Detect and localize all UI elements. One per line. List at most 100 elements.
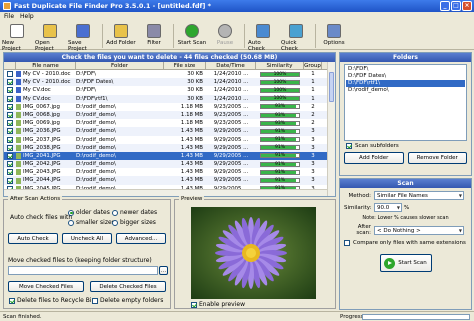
row-checkbox[interactable] — [7, 71, 13, 78]
size-cell: 30 KB — [187, 71, 203, 77]
files-vertical-scrollbar[interactable] — [327, 62, 335, 196]
radio-smaller-sizes[interactable] — [68, 219, 74, 226]
table-row[interactable]: IMG_2043.JPG D:\rodif_demo\ 1.43 MB 9/29/20… — [4, 168, 335, 176]
file-name-cell: IMG_2037.JPG — [16, 136, 76, 144]
quick-check-button[interactable]: Quick Check — [281, 22, 311, 52]
table-row[interactable]: My CV - 2010.doc D:\FDF\ 30 KB 1/24/2010 ..… — [4, 70, 335, 78]
table-row[interactable]: IMG_2044.JPG D:\rodif_demo\ 1.43 MB 9/29/20… — [4, 176, 335, 185]
menu-help[interactable]: Help — [20, 12, 34, 22]
date-cell: 9/29/2005 ... — [213, 177, 249, 184]
similarity-spinner[interactable]: 90.0 — [374, 203, 402, 212]
row-checkbox[interactable] — [7, 112, 13, 119]
start-scan-button[interactable]: Start Scan — [177, 22, 207, 46]
uncheck-all-button[interactable]: Uncheck All — [62, 233, 112, 244]
radio-older-dates[interactable] — [68, 209, 74, 216]
col-date-time[interactable]: Date/Time — [206, 62, 256, 69]
table-row[interactable]: IMG_2037.JPG D:\rodif_demo\ 1.43 MB 9/29/20… — [4, 136, 335, 144]
row-checkbox[interactable] — [7, 177, 13, 184]
table-row[interactable]: My CV - 2010.doc D:\FDF Dates\ 30 KB 1/24/2… — [4, 78, 335, 87]
row-checkbox[interactable] — [7, 95, 13, 102]
jpg-file-icon — [16, 161, 21, 168]
similarity-text: 91% — [274, 153, 285, 159]
folders-list[interactable]: D:\FDF\ D:\FDF Dates\ D:\FDF\rtf1\ D:\rodif… — [344, 64, 467, 141]
group-cell: 1 — [311, 71, 315, 77]
files-horizontal-scrollbar[interactable] — [4, 189, 327, 196]
col-similarity[interactable]: Similarity — [256, 62, 304, 69]
new-project-button[interactable]: New Project — [2, 22, 32, 52]
row-checkbox[interactable] — [7, 169, 13, 176]
radio-bigger-sizes[interactable] — [112, 219, 118, 226]
open-project-button[interactable]: Open Project — [35, 22, 65, 52]
filter-button[interactable]: Filter — [139, 22, 169, 46]
col-group[interactable]: Group — [304, 62, 322, 69]
table-row[interactable]: IMG_2038.JPG D:\rodif_demo\ 1.43 MB 9/29/20… — [4, 143, 335, 152]
col-folder[interactable]: Folder — [76, 62, 164, 69]
maximize-button[interactable]: □ — [451, 1, 461, 11]
move-checked-files-button[interactable]: Move Checked Files — [8, 281, 84, 292]
file-name-cell: My CV - 2010.doc — [16, 78, 76, 86]
file-name-cell: IMG_0067.jpg — [16, 103, 76, 111]
close-button[interactable]: × — [462, 1, 472, 11]
empty-folders-checkbox[interactable] — [92, 297, 98, 304]
size-cell: 1.43 MB — [180, 177, 203, 184]
date-cell: 1/24/2010 ... — [213, 71, 249, 77]
file-name: IMG_2042.JPG — [23, 161, 61, 168]
table-row[interactable]: My CV.doc D:\FDF\ 30 KB 1/24/2010 ... 100% 1 — [4, 86, 335, 94]
toolbar-label: Open Project — [35, 40, 54, 52]
table-row[interactable]: IMG_0069.jpg D:\rodif_demo\ 1.18 MB 9/23/20… — [4, 119, 335, 127]
table-row[interactable]: IMG_0068.jpg D:\rodif_demo\ 1.18 MB 9/23/20… — [4, 110, 335, 120]
row-checkbox[interactable] — [7, 87, 13, 94]
file-name: My CV.doc — [23, 95, 51, 102]
row-checkbox[interactable] — [7, 128, 13, 135]
folder-list-item[interactable]: D:\FDF Dates\ — [346, 73, 465, 80]
row-checkbox[interactable] — [7, 144, 13, 151]
save-project-button[interactable]: Save Project — [68, 22, 98, 52]
bigger-sizes-label: bigger sizes — [120, 219, 156, 226]
after-scan-select[interactable]: < Do Nothing > — [374, 225, 464, 235]
delete-checked-files-button[interactable]: Delete Checked Files — [90, 281, 166, 292]
row-checkbox[interactable] — [7, 161, 13, 168]
row-checkbox[interactable] — [7, 136, 13, 143]
similarity-bar: 100% — [260, 71, 300, 77]
file-name-cell: IMG_0068.jpg — [16, 111, 76, 119]
remove-folder-button[interactable]: Remove Folder — [407, 152, 467, 164]
move-destination-input[interactable] — [8, 266, 158, 275]
folder-list-item[interactable]: D:\rodif_demo\ — [346, 87, 465, 94]
auto-check-button[interactable]: Auto Check — [8, 233, 58, 244]
folder-list-item[interactable]: D:\FDF\ — [346, 66, 465, 73]
file-name: IMG_0068.jpg — [23, 111, 60, 118]
col-file-size[interactable]: File size — [164, 62, 206, 69]
method-select[interactable]: Similar File Names — [374, 191, 464, 200]
table-row[interactable]: IMG_2036.JPG D:\rodif_demo\ 1.43 MB 9/29/20… — [4, 127, 335, 136]
radio-newer-dates[interactable] — [112, 209, 118, 216]
advanced-button[interactable]: Advanced... — [116, 233, 166, 244]
row-checkbox[interactable] — [7, 120, 13, 127]
add-folder-button[interactable]: Add Folder — [106, 22, 136, 46]
table-row[interactable]: IMG_2042.JPG D:\rodif_demo\ 1.43 MB 9/29/20… — [4, 160, 335, 169]
row-check-cell — [4, 70, 16, 78]
table-row[interactable]: IMG_0067.jpg D:\rodif_demo\ 1.18 MB 9/23/20… — [4, 103, 335, 111]
older-dates-label: older dates — [76, 209, 110, 216]
add-folder-button[interactable]: Add Folder — [344, 152, 404, 164]
row-checkbox[interactable] — [7, 152, 13, 159]
col-file-name[interactable]: File name — [16, 62, 76, 69]
options-button[interactable]: Options — [319, 22, 349, 46]
table-row[interactable]: My CV.doc D:\FDF\rtf1\ 30 KB 1/24/2010 ... 1… — [4, 94, 335, 103]
compare-extensions-checkbox[interactable] — [344, 240, 350, 246]
start-scan-button[interactable]: Start Scan — [379, 254, 432, 272]
browse-button[interactable]: ... — [159, 266, 168, 275]
group-cell: 1 — [311, 87, 315, 94]
row-checkbox[interactable] — [7, 103, 13, 110]
recycle-bin-checkbox[interactable] — [9, 297, 15, 304]
table-row[interactable]: IMG_2041.JPG D:\rodif_demo\ 1.43 MB 9/29/20… — [4, 151, 335, 161]
minimize-button[interactable]: _ — [440, 1, 450, 11]
similarity-bar: 100% — [260, 87, 300, 93]
scan-subfolders-checkbox[interactable] — [346, 143, 352, 149]
folder-list-item[interactable]: D:\FDF\rtf1\ — [346, 80, 465, 87]
row-checkbox[interactable] — [7, 79, 13, 86]
pause-button[interactable]: Pause — [210, 22, 240, 46]
enable-preview-checkbox[interactable] — [191, 301, 197, 308]
menu-file[interactable]: File — [4, 12, 14, 22]
group-cell: 3 — [311, 177, 315, 184]
auto-check-button[interactable]: Auto Check — [248, 22, 278, 52]
